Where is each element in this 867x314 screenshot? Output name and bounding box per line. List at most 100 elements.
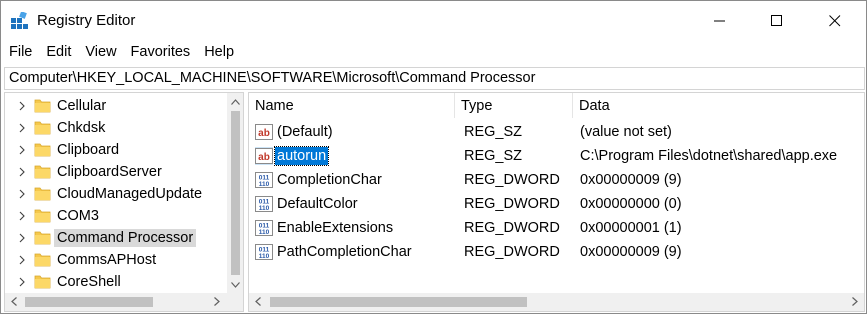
value-row[interactable]: 011 110 PathCompletionChar REG_DWORD 0x00000… xyxy=(249,240,859,264)
tree-vertical-scroll-thumb[interactable] xyxy=(231,111,240,275)
chevron-right-icon[interactable] xyxy=(16,144,28,156)
binary-value-icon: 011110 xyxy=(255,244,273,260)
close-button[interactable] xyxy=(812,1,858,40)
column-header-type[interactable]: Type xyxy=(455,93,573,118)
folder-icon xyxy=(34,143,51,157)
tree-horizontal-scrollbar[interactable] xyxy=(5,293,227,311)
svg-text:ab: ab xyxy=(258,152,270,163)
svg-text:110: 110 xyxy=(259,253,270,260)
value-row[interactable]: 011 110 EnableExtensions REG_DWORD 0x0000000… xyxy=(249,216,859,240)
tree-item-label: Command Processor xyxy=(54,229,197,247)
chevron-right-icon xyxy=(851,297,858,306)
tree-item[interactable]: COM3 xyxy=(5,205,227,227)
menu-bar: File Edit View Favorites Help xyxy=(1,41,240,63)
value-name: PathCompletionChar xyxy=(277,244,412,260)
folder-icon xyxy=(34,165,51,179)
menu-file[interactable]: File xyxy=(3,41,38,63)
value-data: (value not set) xyxy=(580,124,672,140)
chevron-down-icon xyxy=(231,281,240,288)
value-name: (Default) xyxy=(277,124,333,140)
binary-value-icon: 011110 xyxy=(255,220,273,236)
chevron-right-icon[interactable] xyxy=(16,188,28,200)
registry-editor-window: Registry Editor File Edit View Favorites… xyxy=(0,0,867,314)
folder-icon xyxy=(34,231,51,245)
tree-item-label: CoreShell xyxy=(57,274,121,290)
value-name: CompletionChar xyxy=(277,172,382,188)
folder-icon xyxy=(34,187,51,201)
folder-icon xyxy=(34,253,51,267)
key-tree-pane[interactable]: Cellular Chkdsk Clipboard ClipboardServer Cl… xyxy=(4,92,244,312)
scroll-down-button[interactable] xyxy=(227,276,243,293)
chevron-right-icon[interactable] xyxy=(16,100,28,112)
chevron-right-icon xyxy=(213,297,220,306)
window-title: Registry Editor xyxy=(37,12,136,29)
minimize-icon xyxy=(714,20,725,21)
svg-text:ab: ab xyxy=(258,128,270,139)
address-bar[interactable]: Computer\HKEY_LOCAL_MACHINE\SOFTWARE\Mic… xyxy=(4,67,865,90)
scroll-right-button[interactable] xyxy=(846,293,863,310)
value-data: 0x00000009 (9) xyxy=(580,172,682,188)
tree-item-label: COM3 xyxy=(57,208,99,224)
value-type: REG_SZ xyxy=(464,124,523,140)
value-data: C:\Program Files\dotnet\shared\app.exe xyxy=(580,148,838,164)
value-row[interactable]: 011 110 DefaultColor REG_DWORD 0x00000000 (0… xyxy=(249,192,859,216)
close-icon xyxy=(829,14,841,26)
values-horizontal-scrollbar[interactable] xyxy=(249,293,864,311)
tree-item-label: Cellular xyxy=(57,98,107,114)
value-name: autorun xyxy=(273,146,330,166)
scroll-left-button[interactable] xyxy=(5,293,22,310)
tree-item[interactable]: CoreShell xyxy=(5,271,227,293)
menu-edit[interactable]: Edit xyxy=(40,41,77,63)
value-row[interactable]: ab (Default) REG_SZ (value not set) xyxy=(249,120,859,144)
chevron-right-icon[interactable] xyxy=(16,210,28,222)
maximize-icon xyxy=(771,14,782,26)
svg-text:110: 110 xyxy=(259,181,270,188)
value-type: REG_SZ xyxy=(464,148,523,164)
values-pane[interactable]: Name Type Data ab (Default) REG_SZ (value n… xyxy=(248,92,865,312)
tree-item[interactable]: Command Processor xyxy=(5,227,227,249)
value-type: REG_DWORD xyxy=(464,244,560,260)
chevron-right-icon[interactable] xyxy=(16,232,28,244)
tree-item[interactable]: CloudManagedUpdate xyxy=(5,183,227,205)
scroll-up-button[interactable] xyxy=(227,93,243,110)
folder-icon xyxy=(34,275,51,289)
tree-item-label: Clipboard xyxy=(57,142,120,158)
column-header-name[interactable]: Name xyxy=(249,93,455,118)
chevron-right-icon[interactable] xyxy=(16,276,28,288)
folder-icon xyxy=(34,209,51,223)
chevron-right-icon[interactable] xyxy=(16,122,28,134)
svg-text:110: 110 xyxy=(259,229,270,236)
tree-horizontal-scroll-thumb[interactable] xyxy=(25,297,153,307)
tree-item[interactable]: Cellular xyxy=(5,95,227,117)
value-data: 0x00000009 (9) xyxy=(580,244,682,260)
value-row[interactable]: 011 110 CompletionChar REG_DWORD 0x00000009 … xyxy=(249,168,859,192)
tree-item[interactable]: ClipboardServer xyxy=(5,161,227,183)
folder-icon xyxy=(34,99,51,113)
folder-icon xyxy=(34,121,51,135)
column-header-data[interactable]: Data xyxy=(573,93,864,118)
tree-vertical-scrollbar[interactable] xyxy=(227,93,243,293)
value-type: REG_DWORD xyxy=(464,172,560,188)
tree-item[interactable]: CommsAPHost xyxy=(5,249,227,271)
menu-help[interactable]: Help xyxy=(198,41,240,63)
value-row[interactable]: ab autorun REG_SZ C:\Program Files\dotnet\s… xyxy=(249,144,859,168)
scroll-right-button[interactable] xyxy=(208,293,225,310)
value-name: DefaultColor xyxy=(277,196,358,212)
title-bar[interactable]: Registry Editor xyxy=(1,1,866,40)
tree-item[interactable]: Clipboard xyxy=(5,139,227,161)
chevron-right-icon[interactable] xyxy=(16,254,28,266)
chevron-up-icon xyxy=(231,98,240,105)
tree-item-label: ClipboardServer xyxy=(57,164,162,180)
chevron-left-icon xyxy=(254,297,261,306)
minimize-button[interactable] xyxy=(697,1,743,40)
tree-item-label: Chkdsk xyxy=(57,120,106,136)
scroll-left-button[interactable] xyxy=(249,293,266,310)
tree-item-label: CommsAPHost xyxy=(57,252,157,268)
chevron-right-icon[interactable] xyxy=(16,166,28,178)
values-horizontal-scroll-thumb[interactable] xyxy=(270,297,527,307)
menu-view[interactable]: View xyxy=(79,41,122,63)
chevron-left-icon xyxy=(10,297,17,306)
maximize-button[interactable] xyxy=(754,1,800,40)
tree-item[interactable]: Chkdsk xyxy=(5,117,227,139)
menu-favorites[interactable]: Favorites xyxy=(125,41,197,63)
